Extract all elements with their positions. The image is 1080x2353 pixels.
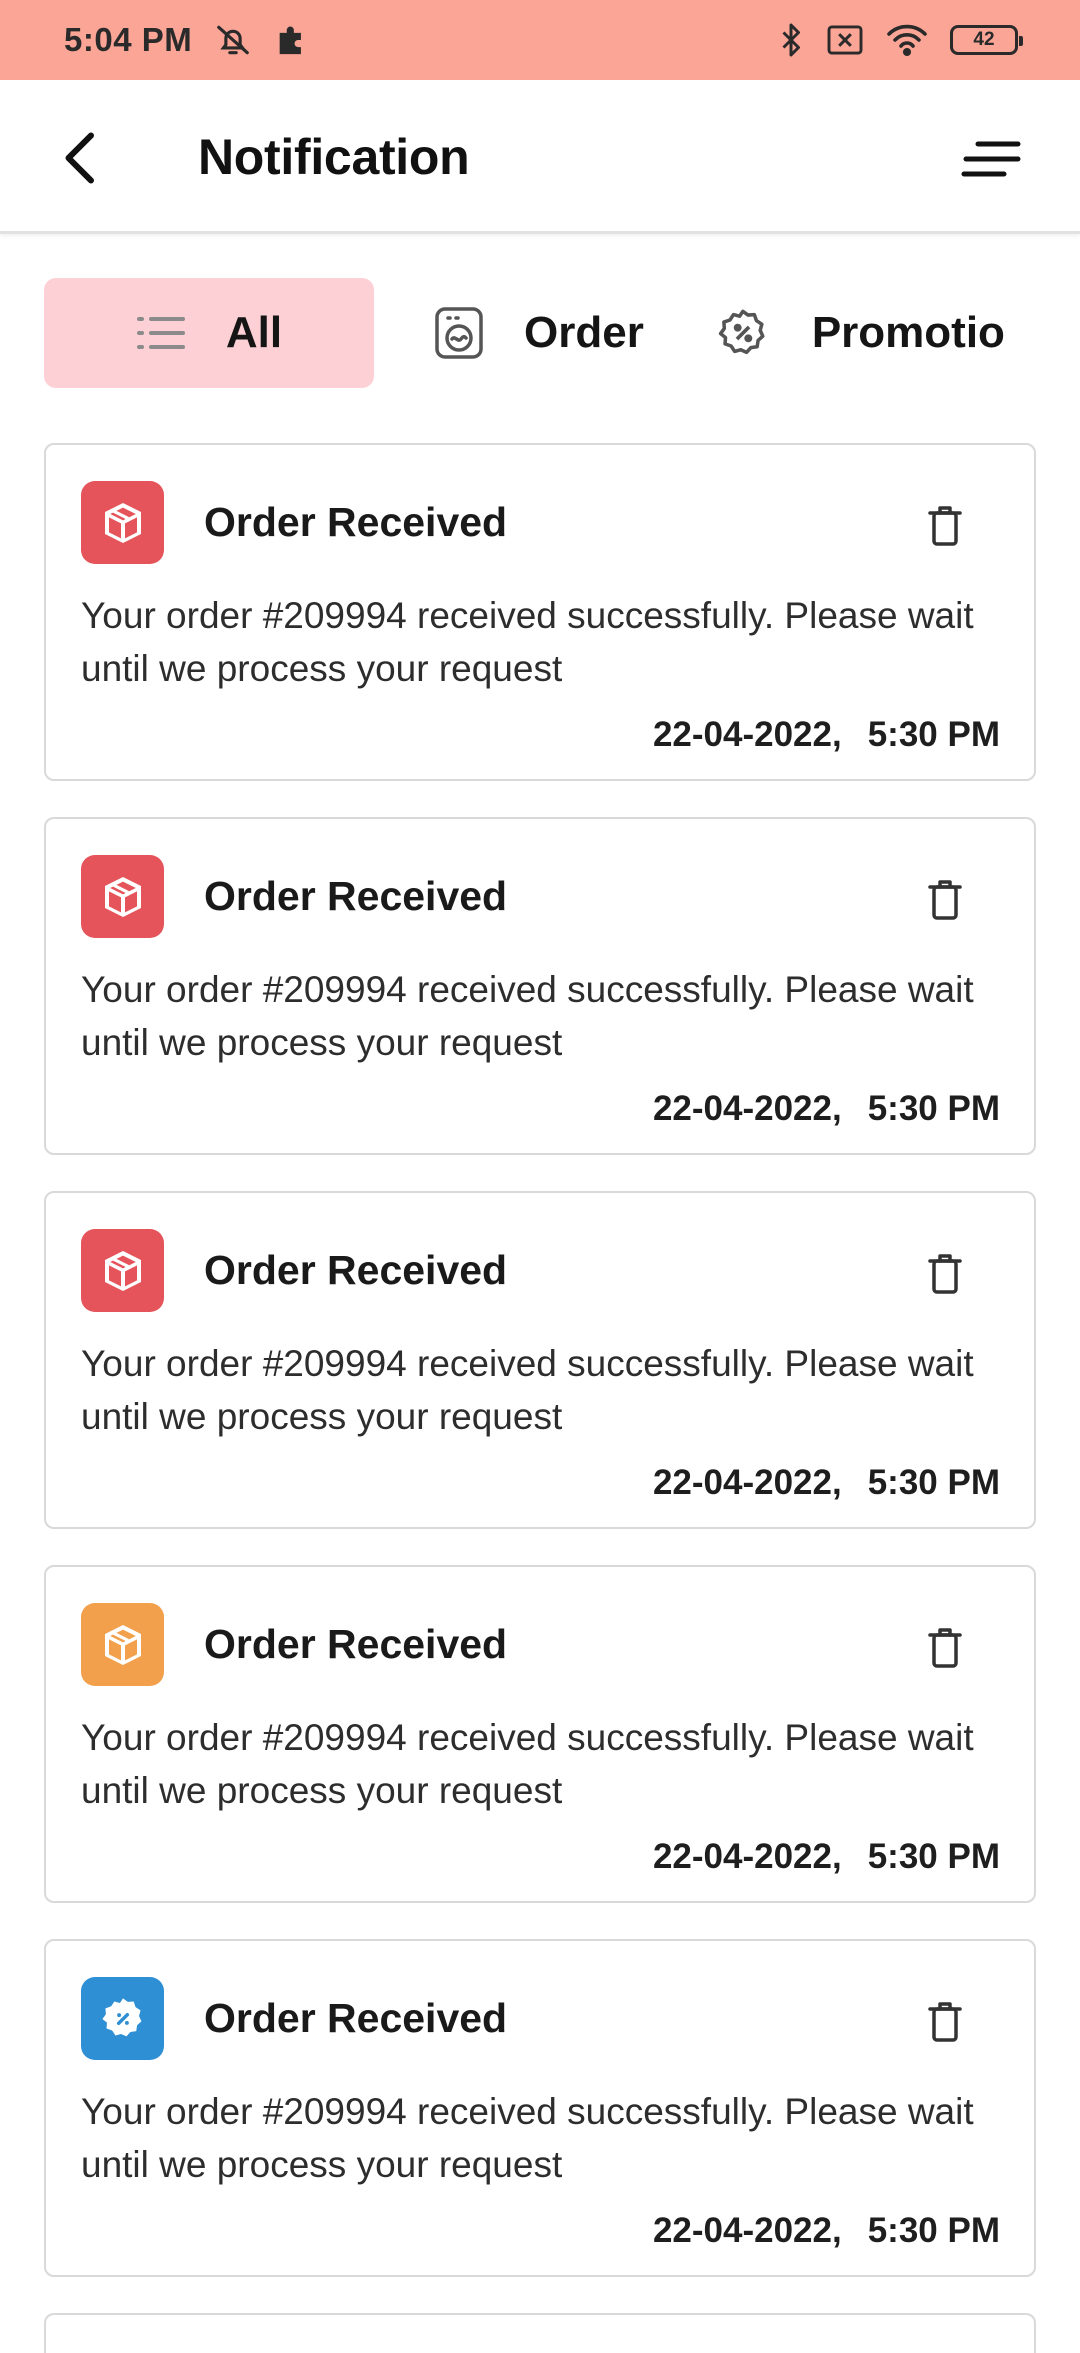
trash-icon <box>928 1254 962 1294</box>
notification-title: Order Received <box>204 1247 508 1293</box>
notification-time: 5:30 PM <box>867 1837 1000 1876</box>
notification-message: Your order #209994 received successfully… <box>81 1717 974 1811</box>
order-box-icon <box>81 855 164 938</box>
notification-card[interactable]: Order Received Your order #209994 receiv… <box>44 443 1036 781</box>
list-icon <box>136 313 186 353</box>
delete-button[interactable] <box>922 1623 968 1673</box>
notification-message: Your order #209994 received successfully… <box>81 2091 974 2185</box>
notification-title: Order Received <box>204 873 508 919</box>
notification-timestamp: 22-04-2022, 5:30 PM <box>653 1089 1000 1129</box>
app-bar: Notification <box>0 80 1080 234</box>
notification-card[interactable]: Order Received Your order #209994 receiv… <box>44 1565 1036 1903</box>
delete-button[interactable] <box>922 501 968 551</box>
notification-card[interactable]: Order Received Your order #209994 receiv… <box>44 1939 1036 2277</box>
notification-timestamp: 22-04-2022, 5:30 PM <box>653 715 1000 755</box>
tab-all[interactable]: All <box>44 278 374 388</box>
wifi-icon <box>886 23 928 57</box>
mute-bell-icon <box>214 21 252 59</box>
promotion-badge-icon <box>714 304 772 362</box>
tab-label: Order <box>524 308 644 357</box>
notification-date: 22-04-2022, <box>652 1463 842 1502</box>
filter-button[interactable] <box>956 132 1026 188</box>
status-time: 5:04 PM <box>64 21 193 58</box>
notification-card[interactable]: Order Received Your order #209994 receiv… <box>44 1191 1036 1529</box>
battery-icon: 42 <box>950 25 1023 55</box>
tab-promotion[interactable]: Promotio <box>714 278 1005 388</box>
battery-level: 42 <box>973 29 995 50</box>
notification-timestamp: 22-04-2022, 5:30 PM <box>653 1837 1000 1877</box>
notification-card-partial[interactable] <box>44 2313 1036 2353</box>
notification-message: Your order #209994 received successfully… <box>81 595 974 689</box>
notification-date: 22-04-2022, <box>652 1089 842 1128</box>
sim-off-icon <box>826 24 864 56</box>
notification-date: 22-04-2022, <box>652 1837 842 1876</box>
status-bar-right: 42 <box>778 22 1023 58</box>
notification-message: Your order #209994 received successfully… <box>81 1343 974 1437</box>
notification-title: Order Received <box>204 499 508 545</box>
delete-button[interactable] <box>922 1249 968 1299</box>
notification-time: 5:30 PM <box>867 1089 1000 1128</box>
status-bar-left: 5:04 PM <box>64 21 308 59</box>
bluetooth-icon <box>778 22 804 58</box>
notification-title: Order Received <box>204 1621 508 1667</box>
tab-label: All <box>225 308 283 357</box>
status-bar: 5:04 PM 42 <box>0 0 1080 80</box>
delete-button[interactable] <box>922 875 968 925</box>
sort-filter-icon <box>961 141 1021 177</box>
notification-title: Order Received <box>204 1995 508 2041</box>
back-button[interactable] <box>52 128 106 188</box>
tab-order[interactable]: Order <box>434 278 644 388</box>
trash-icon <box>928 1628 962 1668</box>
trash-icon <box>928 506 962 546</box>
back-arrow-icon <box>65 132 94 184</box>
notification-date: 22-04-2022, <box>652 2211 842 2250</box>
order-box-icon <box>81 1603 164 1686</box>
notification-time: 5:30 PM <box>867 1463 1000 1502</box>
notification-date: 22-04-2022, <box>652 715 842 754</box>
trash-icon <box>928 880 962 920</box>
promotion-badge-icon <box>81 1977 164 2060</box>
notification-time: 5:30 PM <box>867 715 1000 754</box>
notification-list: Order Received Your order #209994 receiv… <box>44 443 1036 2353</box>
page-title: Notification <box>198 129 470 185</box>
notification-message: Your order #209994 received successfully… <box>81 969 974 1063</box>
delete-button[interactable] <box>922 1997 968 2047</box>
tab-label: Promotio <box>811 308 1005 357</box>
notification-timestamp: 22-04-2022, 5:30 PM <box>653 2211 1000 2251</box>
order-box-icon <box>81 1229 164 1312</box>
notification-timestamp: 22-04-2022, 5:30 PM <box>653 1463 1000 1503</box>
notification-card[interactable]: Order Received Your order #209994 receiv… <box>44 817 1036 1155</box>
puzzle-icon <box>274 23 308 57</box>
category-tabs: All Order Promotio <box>44 278 1080 388</box>
notification-time: 5:30 PM <box>867 2211 1000 2250</box>
order-icon <box>434 306 484 360</box>
trash-icon <box>928 2002 962 2042</box>
order-box-icon <box>81 481 164 564</box>
